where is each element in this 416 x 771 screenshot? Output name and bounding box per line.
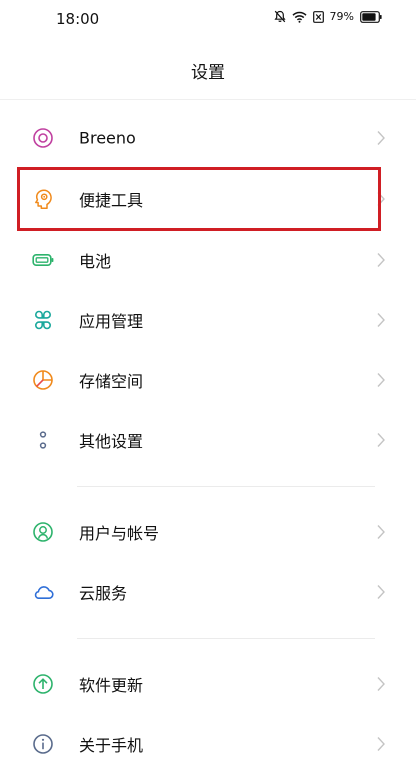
software-update-icon bbox=[32, 673, 54, 695]
settings-item-label: Breeno bbox=[79, 128, 136, 148]
settings-item-app-management[interactable]: 应用管理 bbox=[0, 290, 416, 350]
settings-item-convenience-tools[interactable]: 便捷工具 bbox=[0, 169, 416, 229]
chevron-right-icon bbox=[376, 432, 386, 448]
settings-item-software-update[interactable]: 软件更新 bbox=[0, 654, 416, 714]
chevron-right-icon bbox=[376, 736, 386, 752]
chevron-right-icon bbox=[376, 130, 386, 146]
page-title: 设置 bbox=[191, 63, 225, 83]
settings-item-breeno[interactable]: Breeno bbox=[0, 108, 416, 168]
settings-item-label: 存储空间 bbox=[79, 372, 144, 391]
settings-item-label: 云服务 bbox=[79, 584, 128, 603]
user-account-icon bbox=[32, 521, 54, 543]
convenience-tools-icon bbox=[32, 188, 54, 210]
settings-item-label: 用户与帐号 bbox=[79, 524, 160, 543]
other-settings-icon bbox=[32, 429, 54, 451]
chevron-right-icon bbox=[376, 191, 386, 207]
settings-item-cloud-service[interactable]: 云服务 bbox=[0, 562, 416, 622]
app-management-icon bbox=[32, 309, 54, 331]
group-divider bbox=[77, 486, 375, 487]
settings-item-label: 关于手机 bbox=[79, 736, 144, 755]
sim-icon bbox=[312, 10, 324, 23]
battery-percent: 79% bbox=[329, 10, 354, 23]
settings-item-label: 其他设置 bbox=[79, 432, 144, 451]
settings-item-label: 应用管理 bbox=[79, 312, 144, 331]
battery-icon bbox=[32, 249, 54, 271]
mute-icon bbox=[274, 10, 286, 23]
breeno-icon bbox=[32, 127, 54, 149]
wifi-icon bbox=[292, 11, 307, 23]
header: 设置 bbox=[0, 55, 416, 91]
settings-item-user-account[interactable]: 用户与帐号 bbox=[0, 502, 416, 562]
chevron-right-icon bbox=[376, 676, 386, 692]
settings-item-battery[interactable]: 电池 bbox=[0, 230, 416, 290]
cloud-icon bbox=[32, 581, 54, 603]
storage-icon bbox=[32, 369, 54, 391]
status-time: 18:00 bbox=[56, 10, 100, 28]
status-bar: 18:00 79% bbox=[0, 0, 416, 38]
settings-item-about-phone[interactable]: 关于手机 bbox=[0, 714, 416, 771]
chevron-right-icon bbox=[376, 584, 386, 600]
chevron-right-icon bbox=[376, 372, 386, 388]
settings-item-label: 软件更新 bbox=[79, 676, 144, 695]
battery-icon bbox=[360, 10, 382, 23]
about-phone-icon bbox=[32, 733, 54, 755]
chevron-right-icon bbox=[376, 252, 386, 268]
settings-item-label: 电池 bbox=[79, 252, 112, 271]
status-icons: 79% bbox=[274, 10, 382, 23]
group-divider bbox=[77, 638, 375, 639]
chevron-right-icon bbox=[376, 524, 386, 540]
settings-item-other-settings[interactable]: 其他设置 bbox=[0, 410, 416, 470]
header-divider bbox=[0, 99, 416, 100]
chevron-right-icon bbox=[376, 312, 386, 328]
settings-item-label: 便捷工具 bbox=[79, 191, 144, 210]
settings-item-storage[interactable]: 存储空间 bbox=[0, 350, 416, 410]
